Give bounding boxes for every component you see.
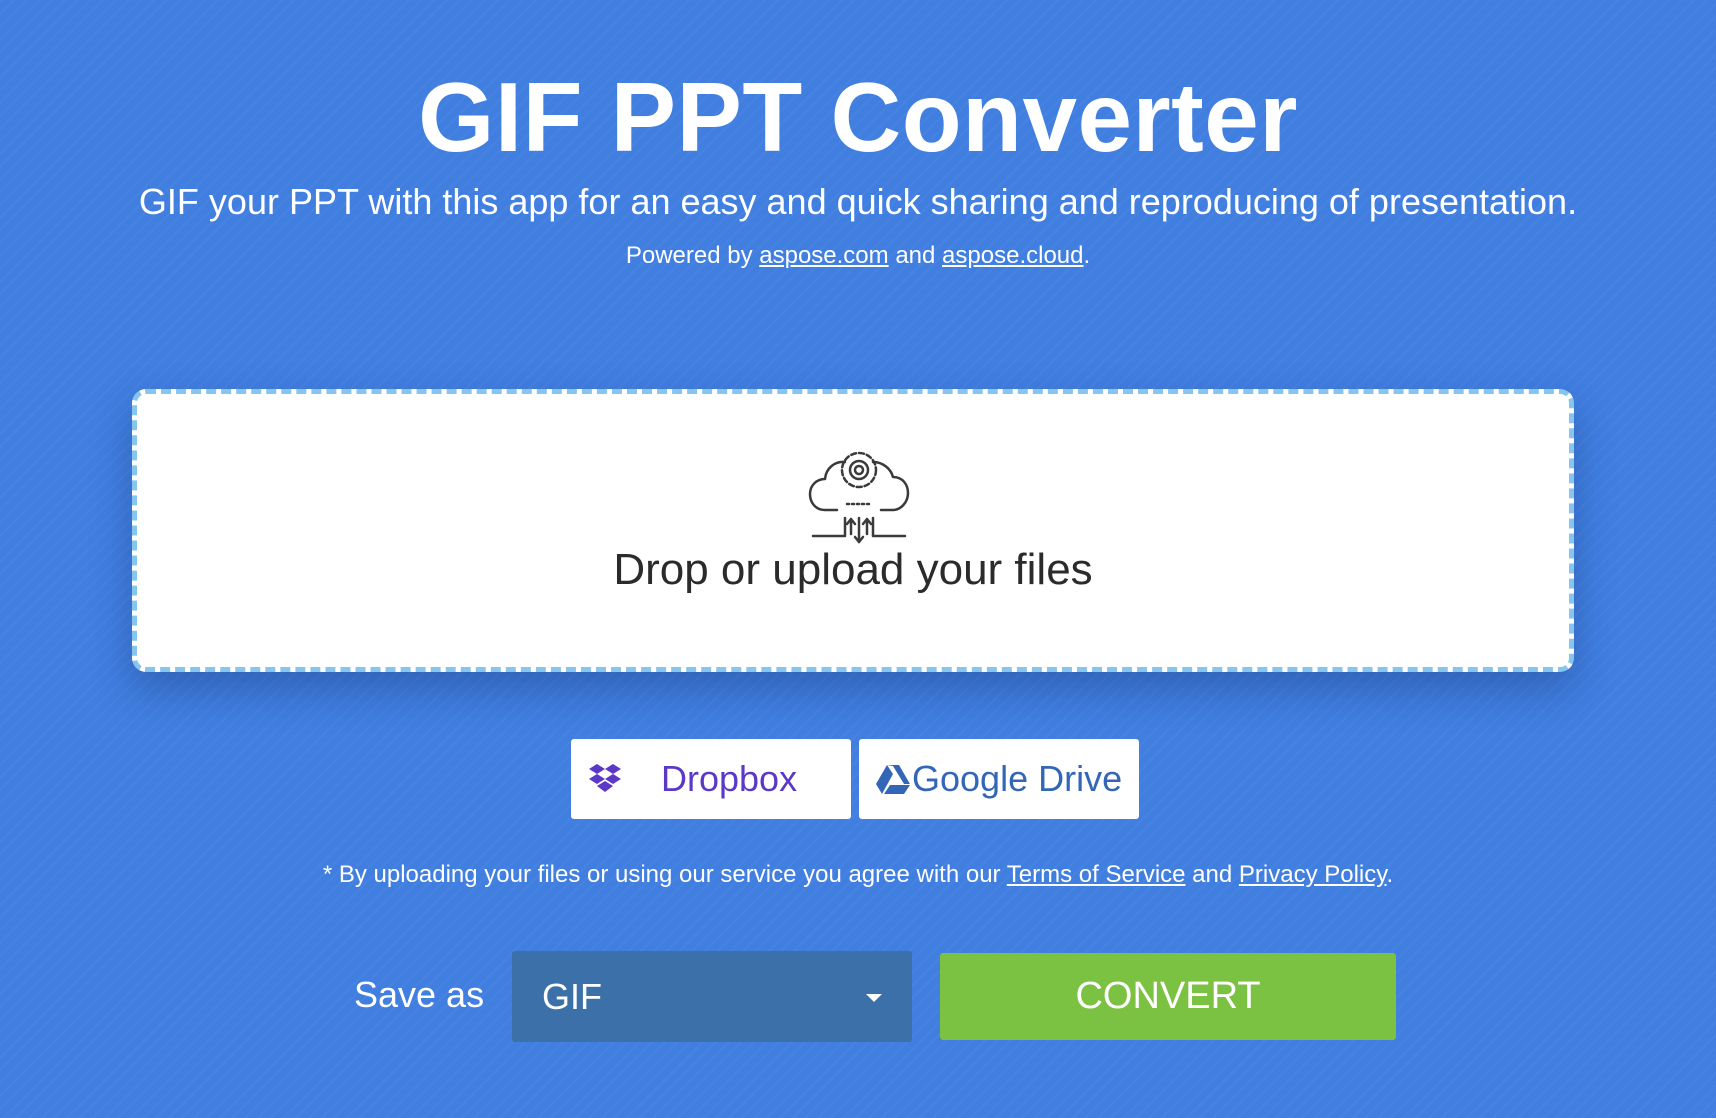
drop-zone-label: Drop or upload your files [613,545,1093,594]
powered-by-line: Powered by aspose.com and aspose.cloud. [0,241,1716,271]
convert-button[interactable]: CONVERT [940,953,1396,1040]
dropbox-label: Dropbox [661,758,798,799]
powered-by-suffix: . [1083,242,1091,269]
save-as-label: Save as [354,974,485,1015]
terms-suffix: . [1386,861,1394,888]
terms-notice: * By uploading your files or using our s… [0,860,1716,890]
output-format-value: GIF [542,976,602,1017]
aspose-com-link[interactable]: aspose.com [759,242,888,269]
powered-by-prefix: Powered by [625,242,760,269]
chevron-down-icon [866,994,882,1002]
terms-of-service-link[interactable]: Terms of Service [1007,861,1186,888]
privacy-policy-link[interactable]: Privacy Policy [1239,861,1387,888]
dropbox-icon [589,764,621,792]
page-title: GIF PPT Converter [418,62,1298,172]
terms-and: and [1185,861,1239,888]
aspose-cloud-link[interactable]: aspose.cloud [942,242,1083,269]
google-drive-label: Google Drive [912,758,1123,799]
terms-prefix: * By uploading your files or using our s… [322,861,1007,888]
google-drive-button[interactable]: Google Drive [859,739,1139,819]
powered-by-and: and [888,242,943,269]
cloud-upload-gear-icon [808,451,910,544]
output-format-select[interactable]: GIF [512,951,912,1042]
google-drive-icon [876,765,910,794]
file-drop-zone[interactable]: Drop or upload your files [132,389,1574,672]
dropbox-button[interactable]: Dropbox [571,739,851,819]
page-subtitle: GIF your PPT with this app for an easy a… [138,181,1578,222]
